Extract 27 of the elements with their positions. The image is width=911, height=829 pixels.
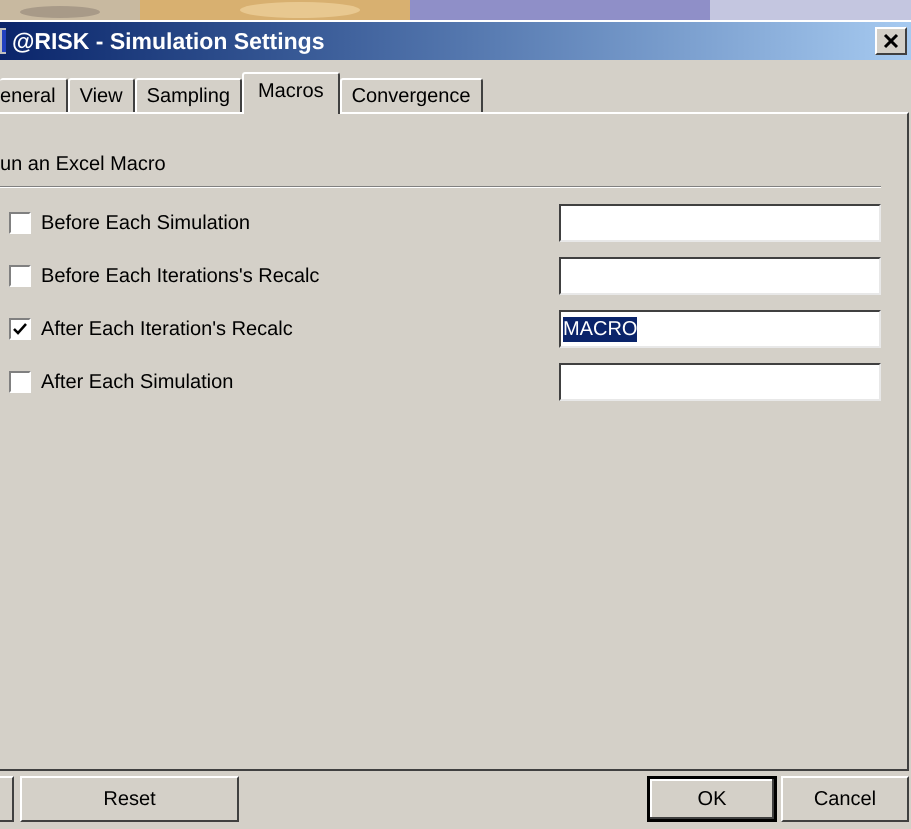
checkbox[interactable]	[9, 212, 31, 234]
partial-button[interactable]	[0, 776, 14, 822]
window-title: @RISK - Simulation Settings	[12, 26, 326, 56]
tab[interactable]: Macros	[242, 72, 340, 114]
check-icon	[13, 323, 27, 335]
checkbox-label: After Each Simulation	[41, 370, 234, 395]
field-value: MACRO	[563, 316, 638, 342]
group-title: un an Excel Macro	[0, 154, 167, 174]
close-button[interactable]	[875, 27, 907, 55]
checkbox[interactable]	[9, 371, 31, 393]
dialog-button[interactable]: Reset	[20, 776, 239, 822]
dialog-button[interactable]: OK	[647, 776, 777, 822]
input-field[interactable]	[559, 204, 881, 242]
app-icon	[0, 28, 6, 54]
tab[interactable]: Convergence	[340, 78, 483, 112]
input-field[interactable]	[559, 363, 881, 401]
input-field[interactable]: MACRO	[559, 310, 881, 348]
input-field[interactable]	[559, 257, 881, 295]
checkbox-label: After Each Iteration's Recalc	[41, 317, 294, 342]
checkbox-label: Before Each Iterations's Recalc	[41, 264, 320, 289]
tab[interactable]: eneral	[0, 78, 68, 112]
checkbox[interactable]	[9, 265, 31, 287]
close-icon	[883, 33, 899, 49]
checkbox[interactable]	[9, 318, 31, 340]
dialog-button[interactable]: Cancel	[781, 776, 909, 822]
checkbox-label: Before Each Simulation	[41, 211, 252, 236]
tab[interactable]: View	[68, 78, 135, 112]
